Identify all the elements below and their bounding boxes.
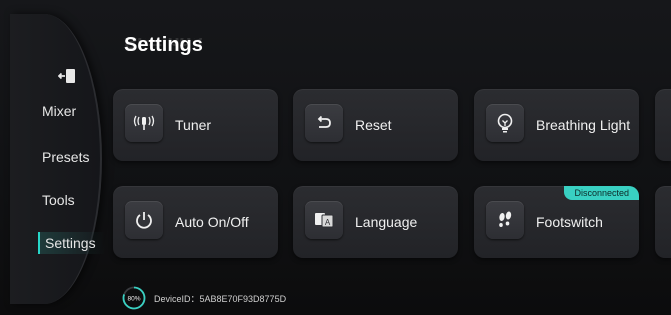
undo-arrow-icon xyxy=(305,104,343,142)
auto-on-off-label: Auto On/Off xyxy=(175,213,249,230)
sidebar-item-presets[interactable]: Presets xyxy=(42,149,102,165)
tuner-label: Tuner xyxy=(175,116,212,133)
language-label: Language xyxy=(355,213,418,230)
sidebar-item-settings[interactable]: Settings xyxy=(38,232,105,254)
breathing-light-card[interactable]: Breathing Light xyxy=(474,89,639,161)
breathing-light-label: Breathing Light xyxy=(536,116,631,133)
sidebar-item-tools[interactable]: Tools xyxy=(42,192,102,208)
battery-indicator: 80% xyxy=(122,286,146,310)
more-card-row1[interactable] xyxy=(655,89,671,161)
battery-percent: 80% xyxy=(127,296,140,303)
sidebar-item-mixer[interactable]: Mixer xyxy=(42,103,102,119)
more-card-row2[interactable] xyxy=(655,186,671,258)
auto-on-off-card[interactable]: Auto On/Off xyxy=(113,186,278,258)
footswitch-card[interactable]: Disconnected Footswitch xyxy=(474,186,639,258)
tuner-card[interactable]: Tuner xyxy=(113,89,278,161)
tuner-signal-icon xyxy=(125,104,163,142)
svg-text:A: A xyxy=(325,218,331,227)
language-card[interactable]: A Language xyxy=(293,186,458,258)
footprints-icon xyxy=(486,201,524,239)
device-id: DeviceID：5AB8E70F93D8775D xyxy=(154,294,287,304)
page-title-reflection: Settings xyxy=(124,38,203,52)
power-icon xyxy=(125,201,163,239)
footswitch-label: Footswitch xyxy=(536,213,603,230)
reset-label: Reset xyxy=(355,116,392,133)
reset-card[interactable]: Reset xyxy=(293,89,458,161)
exit-door-icon[interactable] xyxy=(57,66,78,86)
lightbulb-icon xyxy=(486,104,524,142)
translate-icon: A xyxy=(305,201,343,239)
